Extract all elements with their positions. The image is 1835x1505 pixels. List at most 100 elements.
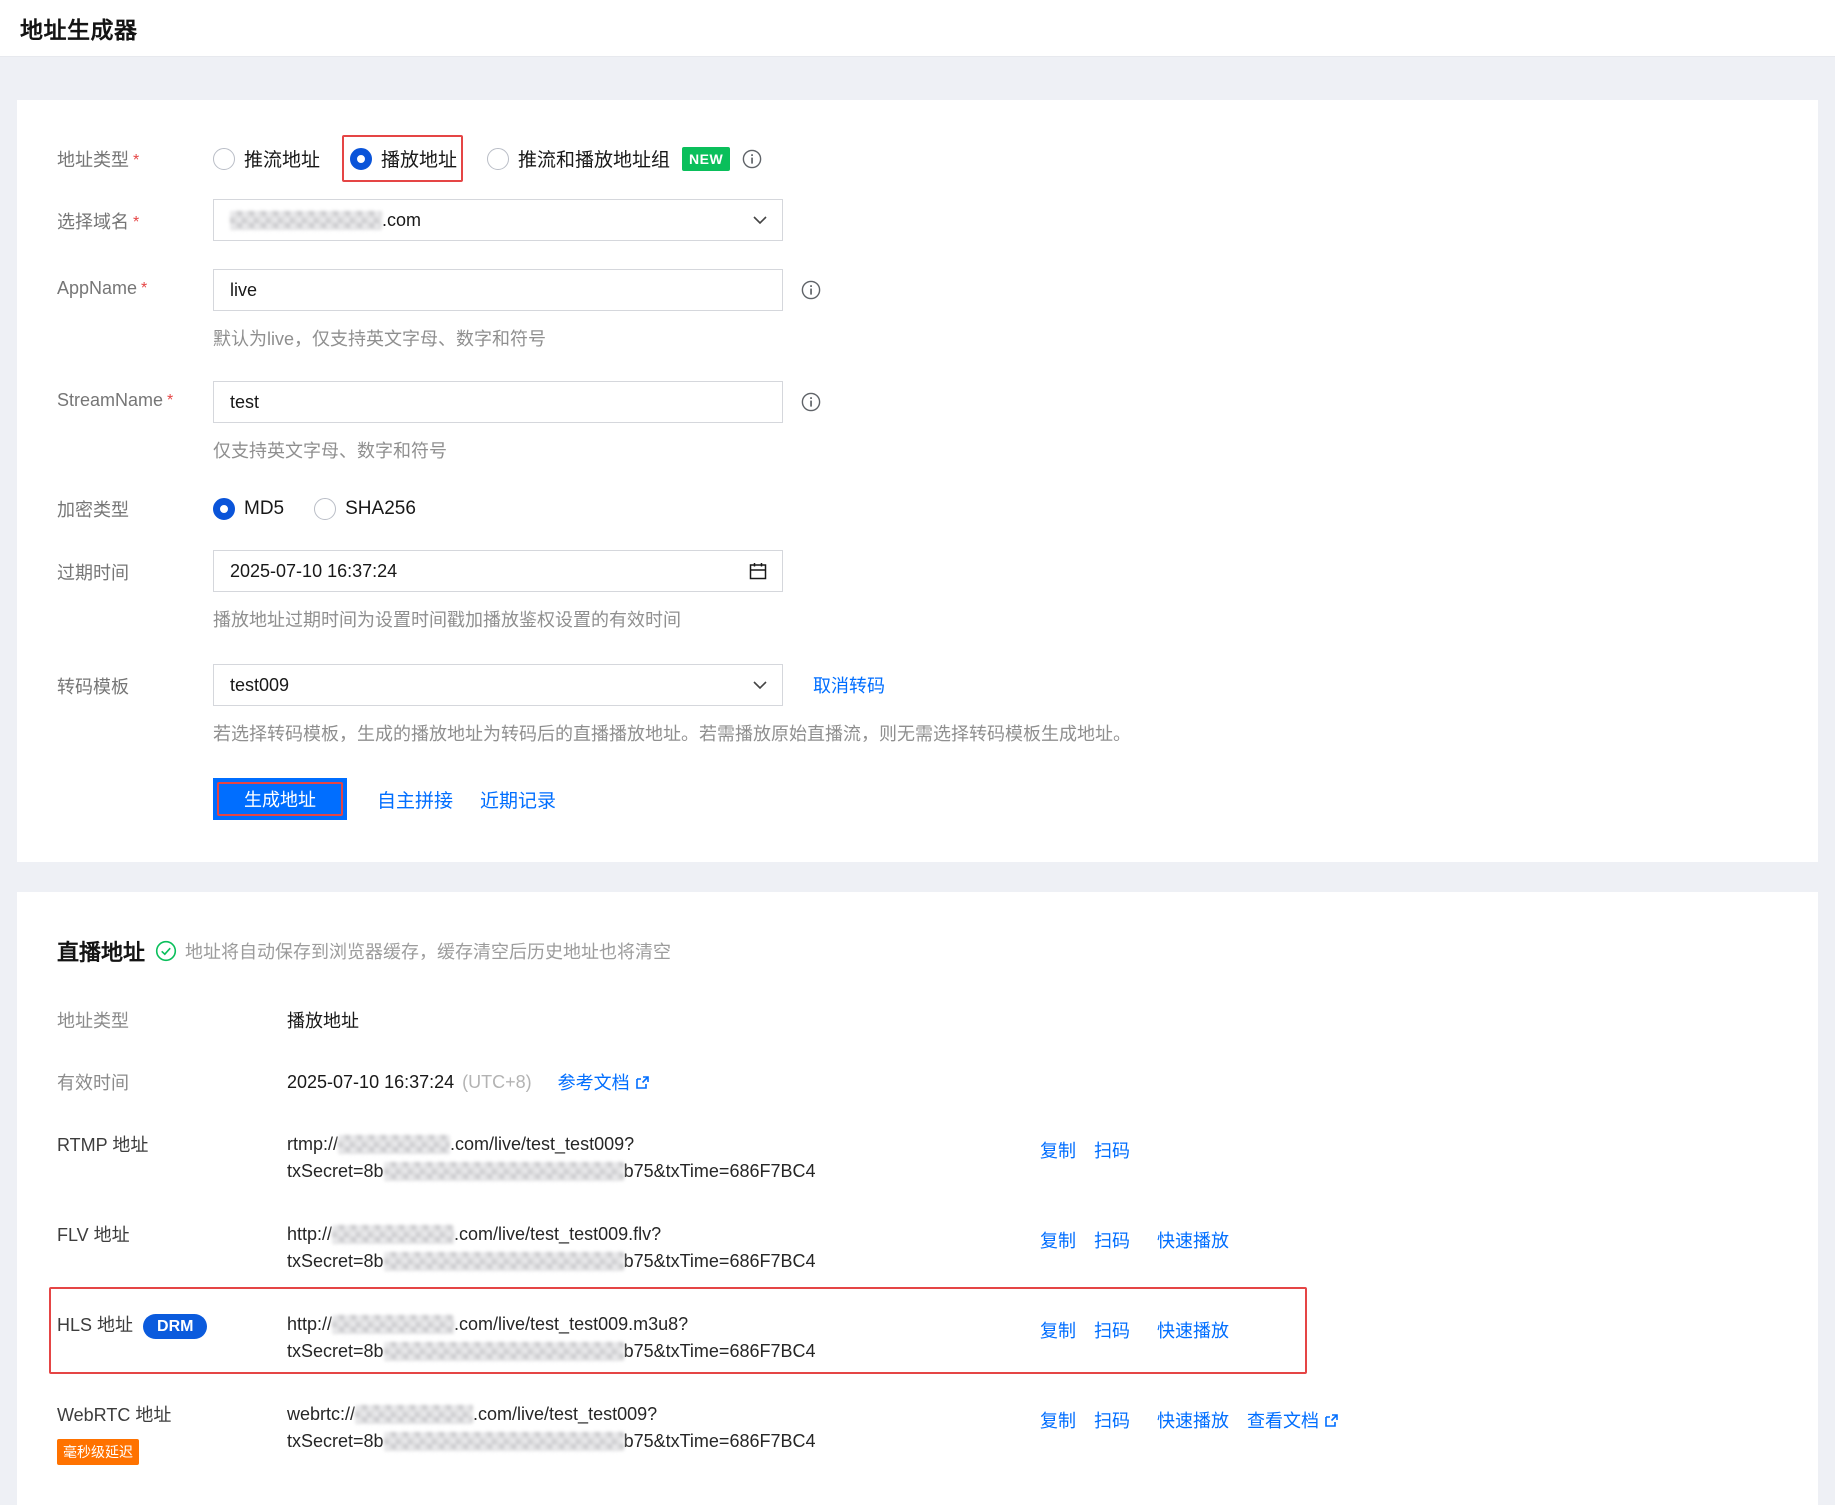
- view-doc-link[interactable]: 查看文档: [1247, 1407, 1339, 1433]
- generate-address-button[interactable]: 生成地址: [213, 778, 347, 820]
- valid-time-value: 2025-07-10 16:37:24: [287, 1071, 455, 1092]
- result-header: 直播地址 地址将自动保存到浏览器缓存，缓存清空后历史地址也将清空: [57, 935, 1778, 967]
- page-title: 地址生成器: [20, 17, 138, 43]
- required-mark: *: [167, 392, 174, 409]
- redacted-domain: [332, 1315, 455, 1334]
- streamname-row: StreamName * test 仅支持英文字母、数字和符号: [57, 381, 1778, 463]
- quick-play-link[interactable]: 快速播放: [1157, 1317, 1229, 1343]
- manual-splice-link[interactable]: 自主拼接: [377, 786, 453, 813]
- check-circle-icon: [155, 940, 177, 962]
- chevron-down-icon: [752, 680, 768, 690]
- result-address-type-label: 地址类型: [57, 1011, 129, 1031]
- encrypt-type-radio-group: MD5 SHA256: [213, 495, 1778, 522]
- result-address-type-value: 播放地址: [287, 1011, 359, 1031]
- required-mark: *: [133, 152, 140, 169]
- domain-select[interactable]: .com: [213, 199, 783, 241]
- scan-qr-link[interactable]: 扫码: [1094, 1317, 1130, 1343]
- radio-push-address[interactable]: 推流地址: [213, 145, 320, 172]
- drm-badge: DRM: [143, 1314, 208, 1339]
- scan-qr-link[interactable]: 扫码: [1094, 1227, 1130, 1253]
- generator-actions-row: 生成地址 自主拼接 近期记录: [57, 778, 1778, 820]
- appname-help: 默认为live，仅支持英文字母、数字和符号: [213, 329, 547, 349]
- live-address-card: 直播地址 地址将自动保存到浏览器缓存，缓存清空后历史地址也将清空 地址类型 播放…: [17, 892, 1818, 1505]
- encrypt-type-row: 加密类型 MD5 SHA256: [57, 495, 1778, 522]
- valid-time-row: 有效时间 2025-07-10 16:37:24 (UTC+8) 参考文档: [57, 1069, 1778, 1095]
- chevron-down-icon: [752, 215, 768, 225]
- info-icon[interactable]: [801, 392, 821, 412]
- radio-circle-unchecked[interactable]: [487, 147, 510, 170]
- radio-push-play-group[interactable]: 推流和播放地址组: [487, 145, 670, 172]
- required-mark: *: [141, 280, 148, 297]
- address-type-row: 地址类型 * 推流地址 播放地址 推流和播放地址组 NEW: [57, 135, 1778, 182]
- flv-address-row: FLV 地址 http://.com/live/test_test009.flv…: [57, 1221, 1778, 1275]
- quick-play-link[interactable]: 快速播放: [1157, 1227, 1229, 1253]
- expire-time-help: 播放地址过期时间为设置时间戳加播放鉴权设置的有效时间: [213, 610, 681, 630]
- appname-label: AppName *: [57, 278, 148, 298]
- info-icon[interactable]: [742, 149, 762, 169]
- streamname-input[interactable]: test: [213, 381, 783, 423]
- domain-row: 选择域名 * .com: [57, 199, 1778, 241]
- radio-circle-checked[interactable]: [213, 497, 235, 520]
- redacted-secret: [383, 1252, 624, 1271]
- redacted-domain: [338, 1135, 451, 1154]
- redacted-domain: [230, 210, 382, 230]
- copy-link[interactable]: 复制: [1040, 1137, 1076, 1163]
- external-link-icon: [1325, 1413, 1338, 1427]
- expire-time-picker[interactable]: 2025-07-10 16:37:24: [213, 550, 783, 592]
- rtmp-url: rtmp://.com/live/test_test009? txSecret=…: [287, 1134, 816, 1181]
- hls-label: HLS 地址: [57, 1315, 134, 1335]
- streamname-label: StreamName *: [57, 390, 174, 410]
- radio-circle-unchecked[interactable]: [314, 497, 337, 520]
- card-gap: [17, 862, 1818, 892]
- webrtc-label-cell: WebRTC 地址 毫秒级延迟: [57, 1401, 287, 1465]
- flv-label: FLV 地址: [57, 1225, 130, 1245]
- redacted-domain: [355, 1405, 474, 1424]
- radio-circle-checked[interactable]: [350, 147, 373, 170]
- address-type-radio-group: 推流地址 播放地址 推流和播放地址组 NEW: [213, 135, 1778, 182]
- rtmp-label: RTMP 地址: [57, 1135, 149, 1155]
- transcode-select[interactable]: test009: [213, 664, 783, 706]
- recent-records-link[interactable]: 近期记录: [480, 786, 556, 813]
- redacted-domain: [332, 1225, 455, 1244]
- expire-time-label: 过期时间: [57, 563, 129, 583]
- hls-url: http://.com/live/test_test009.m3u8? txSe…: [287, 1314, 816, 1361]
- result-title: 直播地址: [57, 940, 146, 965]
- info-icon[interactable]: [801, 280, 821, 300]
- appname-row: AppName * live 默认为live，仅支持英文字母、数字和符号: [57, 269, 1778, 351]
- radio-circle-unchecked[interactable]: [213, 147, 235, 170]
- page-header: 地址生成器: [0, 0, 1835, 57]
- result-address-type-row: 地址类型 播放地址: [57, 1007, 1778, 1033]
- webrtc-url: webrtc://.com/live/test_test009? txSecre…: [287, 1404, 816, 1451]
- result-note: 地址将自动保存到浏览器缓存，缓存清空后历史地址也将清空: [185, 942, 672, 962]
- copy-link[interactable]: 复制: [1040, 1227, 1076, 1253]
- scan-qr-link[interactable]: 扫码: [1094, 1407, 1130, 1433]
- domain-label: 选择域名 *: [57, 212, 140, 232]
- address-generator-card: 地址类型 * 推流地址 播放地址 推流和播放地址组 NEW 选择域名 * .co…: [17, 100, 1818, 862]
- webrtc-label: WebRTC 地址: [57, 1405, 172, 1425]
- scan-qr-link[interactable]: 扫码: [1094, 1137, 1130, 1163]
- transcode-row: 转码模板 test009 取消转码 若选择转码模板，生成的播放地址为转码后的直播…: [57, 664, 1778, 746]
- appname-input[interactable]: live: [213, 269, 783, 311]
- valid-time-label: 有效时间: [57, 1073, 129, 1093]
- expire-time-row: 过期时间 2025-07-10 16:37:24 播放地址过期时间为设置时间戳加…: [57, 550, 1778, 632]
- cancel-transcode-link[interactable]: 取消转码: [813, 672, 885, 698]
- radio-md5[interactable]: MD5: [213, 497, 284, 520]
- copy-link[interactable]: 复制: [1040, 1407, 1076, 1433]
- encrypt-type-label: 加密类型: [57, 500, 129, 520]
- valid-time-timezone: (UTC+8): [462, 1071, 532, 1092]
- new-badge: NEW: [682, 146, 731, 171]
- rtmp-address-row: RTMP 地址 rtmp://.com/live/test_test009? t…: [57, 1131, 1778, 1185]
- reference-doc-link[interactable]: 参考文档: [558, 1069, 650, 1095]
- copy-link[interactable]: 复制: [1040, 1317, 1076, 1343]
- calendar-icon[interactable]: [748, 561, 768, 581]
- address-type-label: 地址类型 *: [57, 150, 140, 170]
- required-mark: *: [133, 214, 140, 231]
- radio-sha256[interactable]: SHA256: [314, 497, 416, 520]
- quick-play-link[interactable]: 快速播放: [1157, 1407, 1229, 1433]
- radio-play-address[interactable]: 播放地址: [342, 135, 464, 182]
- redacted-secret: [383, 1162, 624, 1181]
- millisecond-delay-badge: 毫秒级延迟: [57, 1439, 139, 1465]
- flv-url: http://.com/live/test_test009.flv? txSec…: [287, 1224, 816, 1271]
- redacted-secret: [383, 1342, 624, 1361]
- transcode-help: 若选择转码模板，生成的播放地址为转码后的直播播放地址。若需播放原始直播流，则无需…: [213, 724, 1131, 744]
